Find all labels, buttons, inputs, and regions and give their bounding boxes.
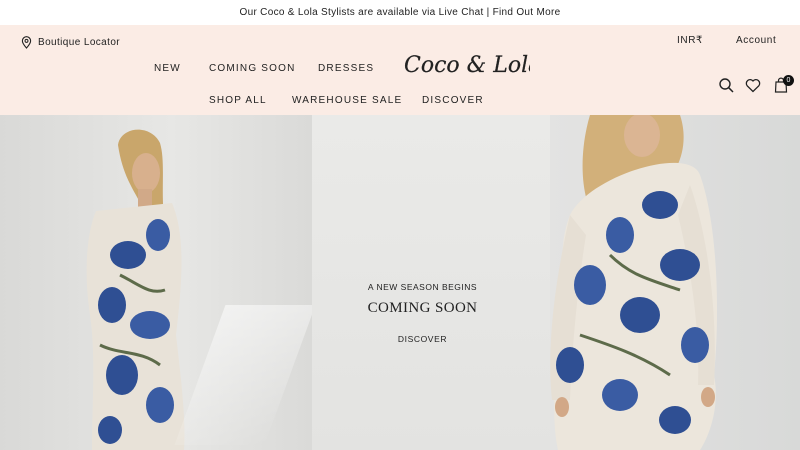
hero-image-left [0,115,316,450]
announcement-text[interactable]: Our Coco & Lola Stylists are available v… [240,7,561,18]
nav-coming-soon[interactable]: COMING SOON [209,63,296,74]
account-link[interactable]: Account [736,35,776,46]
hero-discover-link[interactable]: DISCOVER [312,334,533,344]
search-icon [719,78,734,93]
hero-headline: COMING SOON [367,300,478,316]
nav-discover[interactable]: DISCOVER [422,95,484,106]
location-pin-icon [21,36,32,49]
nav-shop-all[interactable]: SHOP ALL [209,95,267,106]
heart-icon [745,79,761,93]
brand-logo[interactable]: Coco & Lola [402,45,541,83]
nav-warehouse-sale[interactable]: WAREHOUSE SALE [292,95,402,106]
boutique-locator-link[interactable]: Boutique Locator [21,36,120,49]
site-header: Boutique Locator INR₹ Account NEW COMING… [0,25,800,115]
currency-selector[interactable]: INR₹ [677,35,703,46]
boutique-locator-label: Boutique Locator [38,37,121,48]
hero-kicker: A NEW SEASON BEGINS [367,282,478,292]
hero-banner[interactable]: A NEW SEASON BEGINS COMING SOON DISCOVER [0,115,800,450]
cart-count-badge: 0 [783,75,794,86]
nav-dresses[interactable]: DRESSES [318,63,374,74]
nav-new[interactable]: NEW [154,63,181,74]
model-right-figure [550,115,718,450]
search-button[interactable] [719,78,734,93]
announcement-bar[interactable]: Our Coco & Lola Stylists are available v… [0,0,800,25]
wishlist-button[interactable] [745,78,761,93]
hero-image-right [550,115,800,450]
svg-text:Coco & Lola: Coco & Lola [404,53,530,78]
